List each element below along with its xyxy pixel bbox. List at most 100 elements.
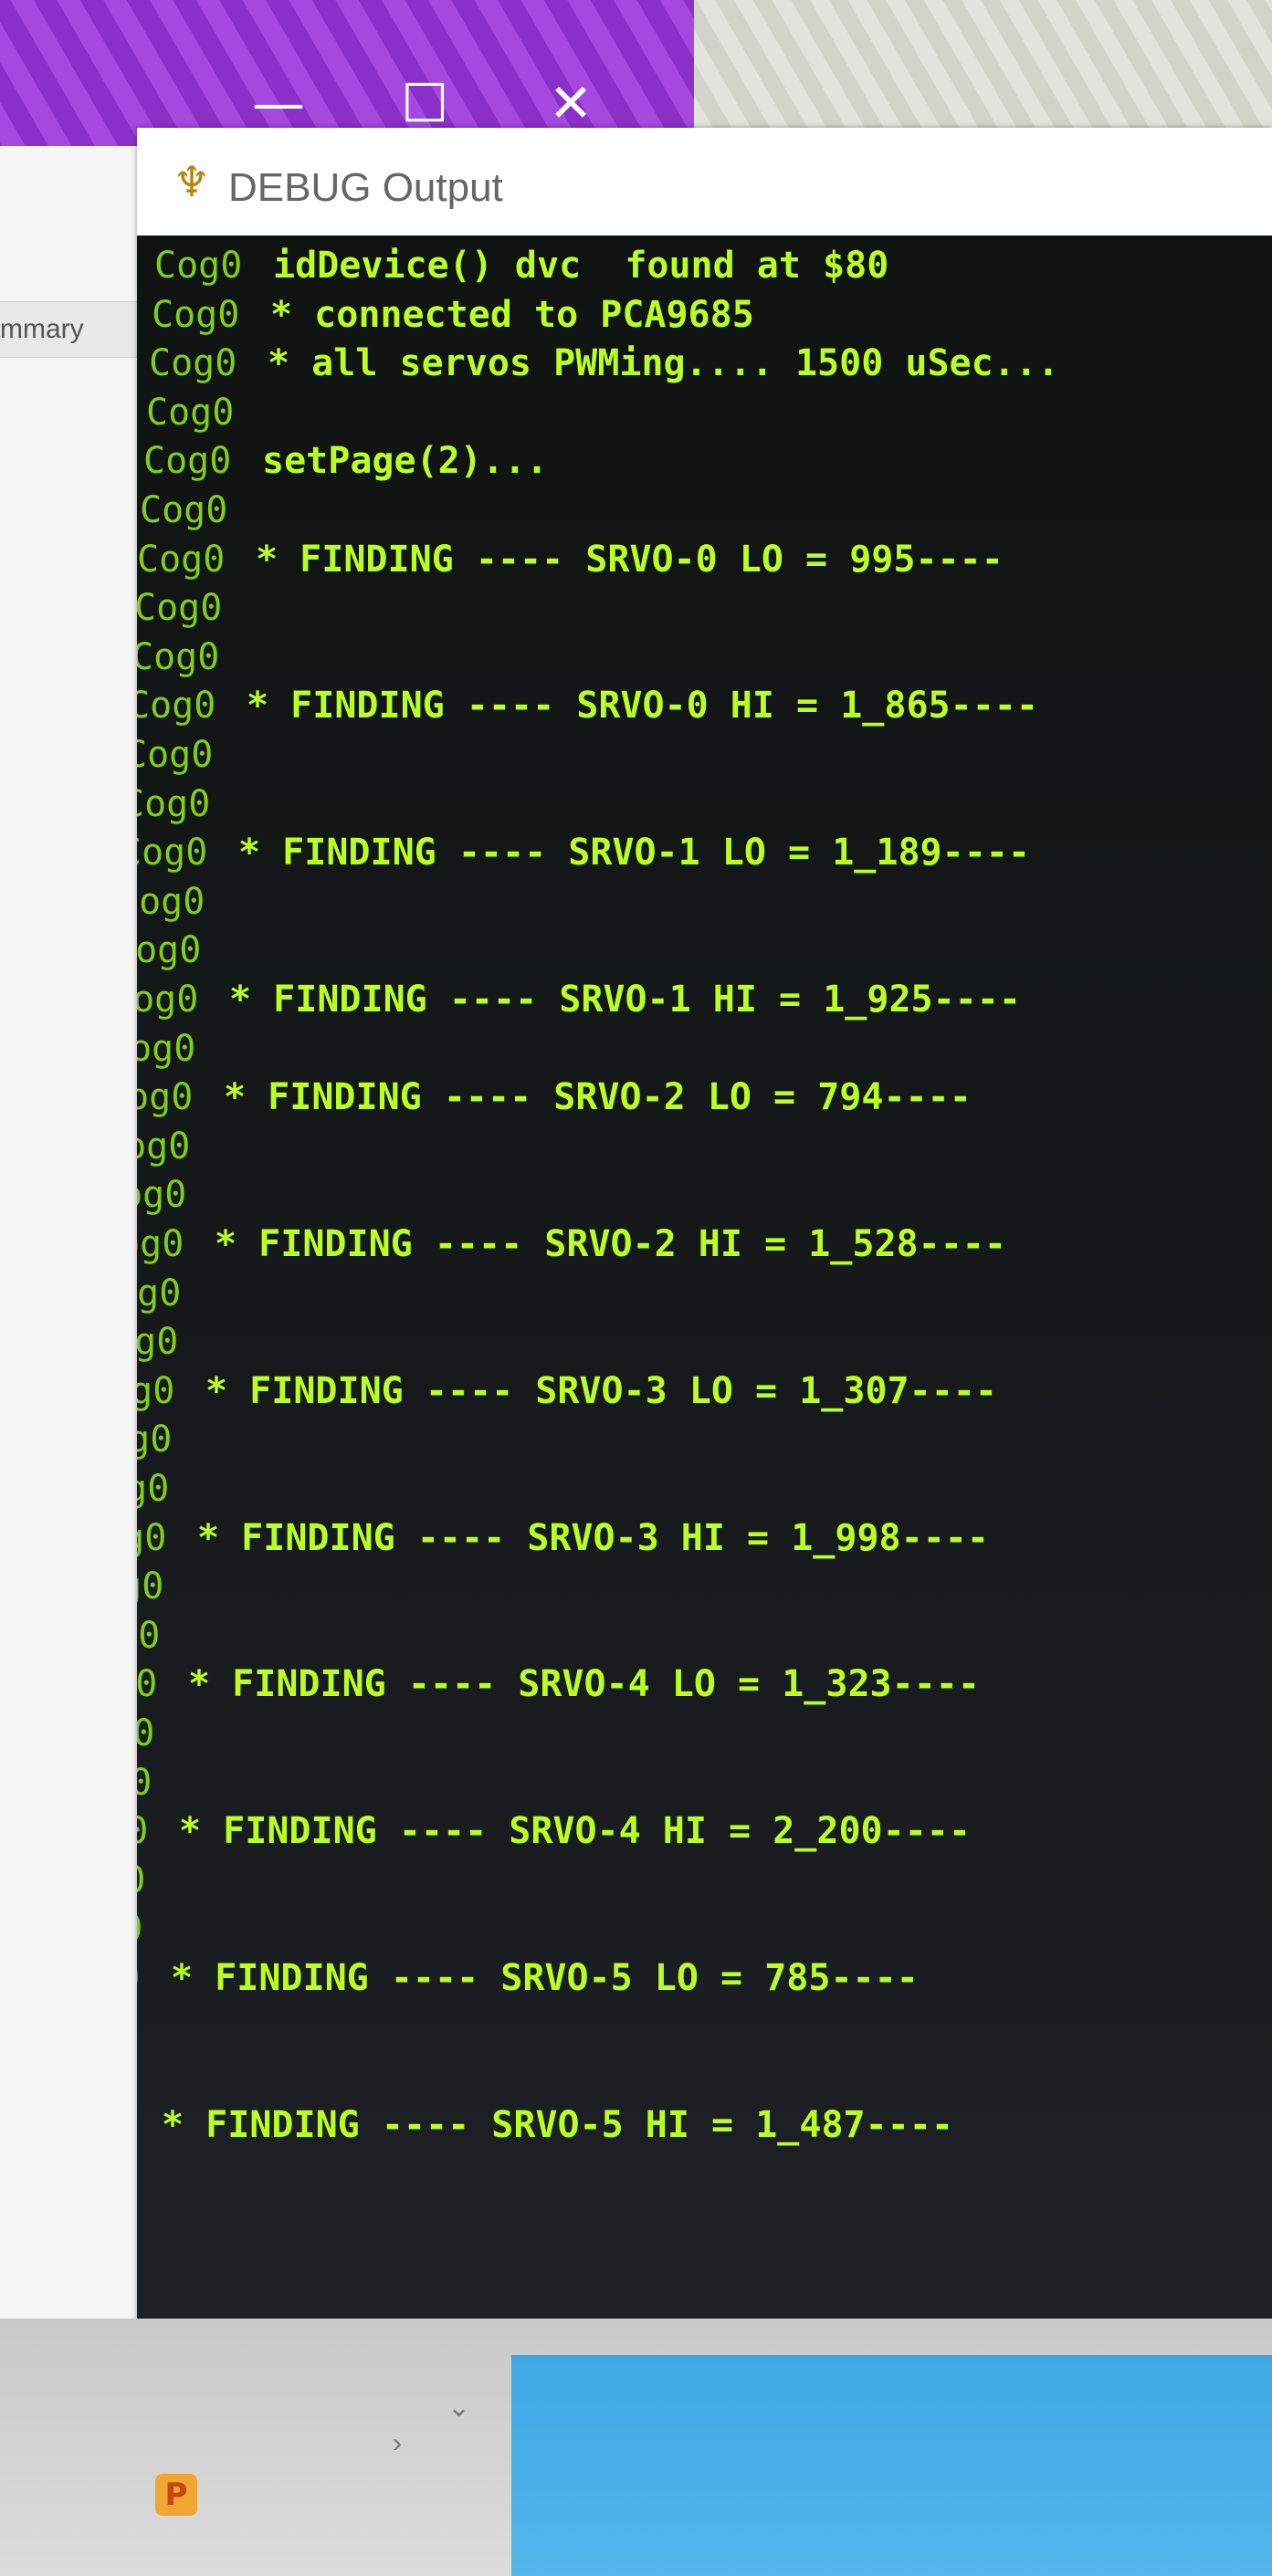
console-message: idDevice() dvc found at $80 [273, 245, 889, 287]
cog-prefix: Cog0 [137, 1468, 170, 1510]
console-line: Cog0 [137, 881, 1272, 923]
console-line: Cog0 [137, 1859, 1272, 1901]
desktop-background-pattern [694, 0, 1272, 128]
title-bar[interactable]: ♆ DEBUG Output [137, 128, 1272, 236]
cog-prefix: Cog0 [137, 1076, 194, 1119]
cog-prefix: Cog0 [137, 1565, 164, 1608]
debug-console[interactable]: Cog0 idDevice() dvc found at $80 Cog0 * con… [137, 236, 1272, 2337]
console-line: Cog0 setPage(2)... [137, 440, 1272, 482]
console-line: Cog0 * FINDING ---- SRVO-0 HI = 1_865---- [137, 685, 1272, 727]
cog-prefix: Cog0 [137, 979, 199, 1021]
cog-prefix: Cog0 [137, 782, 211, 825]
console-line: Cog0 [137, 929, 1272, 971]
console-message: setPage(2)... [262, 440, 549, 483]
cog-prefix: Cog0 [137, 1859, 145, 1901]
chevron-down-icon[interactable]: ⌄ [447, 2392, 470, 2424]
cog-prefix: Cog0 [137, 587, 223, 630]
console-line: Cog0 [137, 1565, 1272, 1607]
cog-prefix: Cog0 [137, 1223, 184, 1265]
background-summary-tab[interactable]: mmary [0, 301, 137, 358]
cog-prefix: Cog0 [140, 489, 228, 531]
console-line: Cog0 * all servos PWMing.... 1500 uSec... [137, 342, 1272, 384]
cog-prefix: Cog0 [137, 1027, 196, 1070]
console-line: Cog0 [137, 1272, 1272, 1314]
cog-prefix: Cog0 [137, 1419, 173, 1461]
cog-prefix: Cog0 [137, 1174, 187, 1217]
console-line: Cog0 [137, 489, 1272, 531]
cog-prefix: Cog0 [137, 1957, 140, 1999]
console-line: Cog0 [137, 1762, 1272, 1804]
console-line: Cog0 * FINDING ---- SRVO-0 LO = 995---- [137, 539, 1272, 581]
window-title: DEBUG Output [228, 165, 503, 210]
console-line: Cog0 * FINDING ---- SRVO-2 HI = 1_528---- [137, 1223, 1272, 1265]
console-message: * FINDING ---- SRVO-2 HI = 1_528---- [215, 1223, 1006, 1265]
cog-prefix: Cog0 [137, 1663, 158, 1706]
console-message: * FINDING ---- SRVO-3 HI = 1_998---- [197, 1516, 989, 1559]
console-line: Cog0 [137, 1419, 1272, 1461]
cog-prefix: Cog0 [137, 832, 208, 874]
console-line: Cog0 * FINDING ---- SRVO-4 LO = 1_323---- [137, 1663, 1272, 1705]
cog-prefix: Cog0 [137, 685, 216, 728]
console-message: * FINDING ---- SRVO-1 HI = 1_925---- [229, 979, 1021, 1021]
cog-prefix: Cog0 [137, 1321, 179, 1364]
console-message: * FINDING ---- SRVO-5 HI = 1_487---- [162, 2103, 953, 2146]
cog-prefix: Cog0 [137, 929, 202, 972]
cog-prefix: Cog0 [137, 1810, 149, 1853]
propeller-app-icon[interactable]: P [155, 2474, 197, 2516]
console-line: Cog0 [137, 1615, 1272, 1657]
cog-prefix: Cog0 [152, 293, 240, 336]
console-line: Cog0 [137, 2055, 1272, 2097]
cog-prefix: Cog0 [137, 1125, 191, 1168]
cog-prefix: Cog0 [154, 245, 243, 287]
cog-prefix: Cog0 [137, 1908, 142, 1950]
console-line: Cog0 * FINDING ---- SRVO-3 HI = 1_998---- [137, 1517, 1272, 1559]
cog-prefix: Cog0 [137, 1272, 182, 1314]
debug-output-window: ♆ DEBUG Output Cog0 idDevice() dvc found … [137, 128, 1272, 2337]
cog-prefix: Cog0 [137, 635, 220, 678]
console-message: * FINDING ---- SRVO-5 LO = 785---- [171, 1957, 919, 1999]
console-line: Cog0 * FINDING ---- SRVO-2 LO = 794---- [137, 1076, 1272, 1118]
console-line: Cog0 [137, 1468, 1272, 1510]
cog-prefix: Cog0 [137, 1712, 155, 1754]
console-line: Cog0 [137, 1712, 1272, 1754]
cog-prefix: Cog0 [137, 1369, 175, 1412]
console-message: * all servos PWMing.... 1500 uSec... [268, 342, 1059, 385]
console-line: Cog0 * FINDING ---- SRVO-4 HI = 2_200---- [137, 1810, 1272, 1852]
console-message: * FINDING ---- SRVO-0 LO = 995---- [256, 538, 1004, 581]
console-line: Cog0 [137, 392, 1272, 434]
cog-prefix: Cog0 [137, 1516, 167, 1559]
console-message: * FINDING ---- SRVO-4 HI = 2_200---- [179, 1810, 971, 1853]
console-line: Cog0 [137, 783, 1272, 825]
console-line: Cog0 * FINDING ---- SRVO-3 LO = 1_307---- [137, 1370, 1272, 1412]
cog-prefix: Cog0 [149, 342, 237, 385]
console-line: Cog0 * FINDING ---- SRVO-1 HI = 1_925---- [137, 979, 1272, 1021]
taskbar-area [511, 2355, 1272, 2576]
console-message: * connected to PCA9685 [270, 293, 754, 336]
console-line: Cog0 [137, 1126, 1272, 1168]
console-line: Cog0 [137, 1028, 1272, 1070]
console-line: Cog0 [137, 2152, 1272, 2194]
console-line: Cog0 [137, 636, 1272, 678]
console-line: Cog0 * FINDING ---- SRVO-1 LO = 1_189---- [137, 832, 1272, 874]
console-line: Cog0 * connected to PCA9685 [137, 294, 1272, 336]
app-icon: ♆ [173, 157, 211, 206]
console-message: * FINDING ---- SRVO-1 LO = 1_189---- [238, 832, 1030, 874]
cog-prefix: Cog0 [146, 391, 235, 434]
console-line: Cog0 * FINDING ---- SRVO-5 LO = 785---- [137, 1957, 1272, 1999]
cog-prefix: Cog0 [137, 1761, 152, 1804]
console-line: Cog0* FINDING ---- SRVO-5 HI = 1_487---- [137, 2104, 1272, 2146]
console-line: Cog0 [137, 1174, 1272, 1216]
cog-prefix: Cog0 [137, 734, 214, 776]
cog-prefix: Cog0 [137, 538, 226, 581]
summary-tab-label: mmary [0, 314, 84, 344]
console-line: Cog0 idDevice() dvc found at $80 [137, 245, 1272, 287]
console-line: Cog0 [137, 734, 1272, 776]
chevron-right-icon[interactable]: › [393, 2428, 402, 2459]
console-message: * FINDING ---- SRVO-3 LO = 1_307---- [205, 1369, 997, 1412]
console-message: * FINDING ---- SRVO-0 HI = 1_865---- [247, 685, 1038, 728]
cog-prefix: Cog0 [137, 1614, 161, 1657]
console-line: Cog0 [137, 1321, 1272, 1363]
cog-prefix: Cog0 [137, 880, 205, 923]
console-message: * FINDING ---- SRVO-2 LO = 794---- [224, 1076, 972, 1119]
console-line: Cog0 [137, 587, 1272, 629]
